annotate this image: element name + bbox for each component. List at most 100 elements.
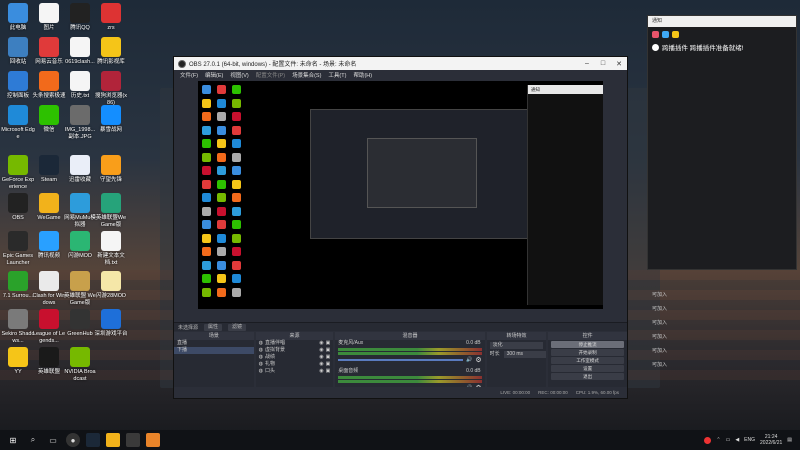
task-view-icon[interactable]: ▭ [46, 433, 60, 447]
desktop-icon[interactable]: 暴雪战网 [94, 105, 128, 134]
join-item[interactable]: 可加入 [648, 288, 796, 302]
desktop-icon[interactable]: 微信 [32, 105, 66, 134]
desktop-icon[interactable]: 搜狗浏览器(x86) [94, 71, 128, 106]
desktop-icon[interactable]: 网易MuMu模拟器 [63, 193, 97, 228]
desktop-icon[interactable]: 网易云音乐 [32, 37, 66, 66]
desktop-icon[interactable]: 迅雷收藏 [63, 155, 97, 184]
desktop-icon[interactable]: zrs [94, 3, 128, 32]
desktop-icon[interactable]: 7.1 Surrou... [1, 271, 35, 300]
desktop-icon[interactable]: 闪游MOD [63, 231, 97, 260]
lock-icon[interactable]: ▣ [326, 368, 331, 375]
network-icon[interactable]: ▭ [726, 437, 731, 443]
join-item[interactable]: 可加入 [648, 316, 796, 330]
desktop-icon[interactable]: 回收站 [1, 37, 35, 66]
minimize-icon[interactable]: – [579, 60, 595, 67]
control-button[interactable]: 工作室模式 [551, 357, 624, 364]
join-item[interactable]: 可加入 [648, 330, 796, 344]
obs-window[interactable]: OBS 27.0.1 (64-bit, windows) - 配置文件: 未命名… [173, 56, 628, 399]
desktop-icon[interactable]: 闪游28MOD [94, 271, 128, 300]
notifications-icon[interactable]: ▤ [787, 437, 792, 443]
visibility-icon[interactable]: ◉ [319, 368, 323, 375]
app-icon-1[interactable] [652, 31, 659, 38]
desktop-icon[interactable]: Sekiro Shadows... [1, 309, 35, 344]
source-item[interactable]: ◍ 战绩 ◉ ▣ [256, 354, 334, 361]
join-item[interactable]: 可加入 [648, 344, 796, 358]
explorer-taskbar-icon[interactable] [126, 433, 140, 447]
source-item[interactable]: ◍ 口头 ◉ ▣ [256, 368, 334, 375]
desktop-icon[interactable]: 腾讯影视库 [94, 37, 128, 66]
notification-panel[interactable]: 通知 跨播插件 跨播插件准备就绪! [647, 15, 797, 270]
source-item[interactable]: ◍ 直播伴唱 ◉ ▣ [256, 340, 334, 347]
desktop-icon[interactable]: 此电脑 [1, 3, 35, 32]
source-item[interactable]: ◍ 虚拟背景 ◉ ▣ [256, 347, 334, 354]
speaker-icon[interactable]: 🔊 [466, 357, 472, 363]
obs-taskbar-icon[interactable]: ● [66, 433, 80, 447]
menu-item[interactable]: 配置文件(P) [256, 71, 285, 79]
desktop-icon[interactable]: 英雄联盟WeGame版 [94, 193, 128, 228]
menu-item[interactable]: 编辑(E) [205, 71, 223, 79]
join-item[interactable]: 可加入 [648, 358, 796, 372]
chevron-up-icon[interactable]: ⌃ [716, 437, 720, 443]
wegame-taskbar-icon[interactable] [106, 433, 120, 447]
desktop-icon[interactable]: 图片 [32, 3, 66, 32]
gear-icon[interactable]: ⚙ [475, 356, 481, 364]
desktop-icon[interactable]: 守望先锋 [94, 155, 128, 184]
scene-item[interactable]: 下播 [174, 347, 254, 354]
properties-button[interactable]: 属性 [204, 323, 223, 331]
desktop-icon[interactable]: 新建文本文档.txt [94, 231, 128, 266]
lock-icon[interactable]: ▣ [326, 347, 331, 354]
start-icon[interactable]: ⊞ [6, 433, 20, 447]
app-icon-3[interactable] [672, 31, 679, 38]
lock-icon[interactable]: ▣ [326, 354, 331, 361]
tray-app-icon[interactable] [704, 436, 712, 444]
desktop-icon[interactable]: Epic Games Launcher [1, 231, 35, 266]
app-taskbar-icon[interactable] [146, 433, 160, 447]
desktop-icon[interactable]: NVIDIA Broadcast [63, 347, 97, 382]
desktop-icon[interactable]: IMG_1998...副本.JPG [63, 105, 97, 140]
control-button[interactable]: 停止推流 [551, 341, 624, 348]
filters-button[interactable]: 滤镜 [228, 323, 247, 331]
maximize-icon[interactable]: □ [595, 60, 611, 67]
desktop-icon[interactable]: YY [1, 347, 35, 376]
visibility-icon[interactable]: ◉ [319, 361, 323, 368]
menu-item[interactable]: 帮助(H) [353, 71, 372, 79]
source-item[interactable]: ◍ 礼物 ◉ ▣ [256, 361, 334, 368]
desktop-icon[interactable]: 头条搜索极速 [32, 71, 66, 100]
desktop-icon[interactable]: Clash for Windows [32, 271, 66, 306]
visibility-icon[interactable]: ◉ [319, 340, 323, 347]
desktop-icon[interactable]: 腾讯视频 [32, 231, 66, 260]
menu-item[interactable]: 场景集合(S) [292, 71, 321, 79]
visibility-icon[interactable]: ◉ [319, 347, 323, 354]
desktop-icon[interactable]: OBS [1, 193, 35, 222]
steam-taskbar-icon[interactable] [86, 433, 100, 447]
join-item[interactable]: 可加入 [648, 302, 796, 316]
control-button[interactable]: 开始录制 [551, 349, 624, 356]
desktop-icon[interactable]: League of Legends... [32, 309, 66, 344]
desktop-icon[interactable]: Steam [32, 155, 66, 184]
desktop-icon[interactable]: WeGame [32, 193, 66, 222]
desktop-icon[interactable]: 英雄联盟 [32, 347, 66, 376]
control-button[interactable]: 退出 [551, 373, 624, 380]
desktop-icon[interactable]: 0619clash... [63, 37, 97, 66]
search-icon[interactable]: ⌕ [26, 433, 40, 447]
scene-item[interactable]: 直播 [174, 340, 254, 347]
desktop-icon[interactable]: GeForce Experience [1, 155, 35, 190]
menu-item[interactable]: 视图(V) [230, 71, 248, 79]
volume-slider[interactable] [338, 359, 464, 361]
desktop-icon[interactable]: GreenHub [63, 309, 97, 338]
obs-preview[interactable]: 通知 [198, 81, 603, 309]
menu-item[interactable]: 文件(F) [180, 71, 198, 79]
menu-item[interactable]: 工具(T) [328, 71, 346, 79]
clock[interactable]: 21:24 2022/6/21 [760, 434, 782, 446]
control-button[interactable]: 设置 [551, 365, 624, 372]
volume-icon[interactable]: ◀ [735, 437, 739, 443]
duration-input[interactable]: 300 ms [503, 351, 547, 358]
lock-icon[interactable]: ▣ [326, 361, 331, 368]
desktop-icon[interactable]: 控制面板 [1, 71, 35, 100]
desktop-icon[interactable]: Microsoft Edge [1, 105, 35, 140]
close-icon[interactable]: ✕ [611, 60, 627, 68]
lock-icon[interactable]: ▣ [326, 340, 331, 347]
desktop-icon[interactable]: 腾讯QQ [63, 3, 97, 32]
app-icon-2[interactable] [662, 31, 669, 38]
visibility-icon[interactable]: ◉ [319, 354, 323, 361]
